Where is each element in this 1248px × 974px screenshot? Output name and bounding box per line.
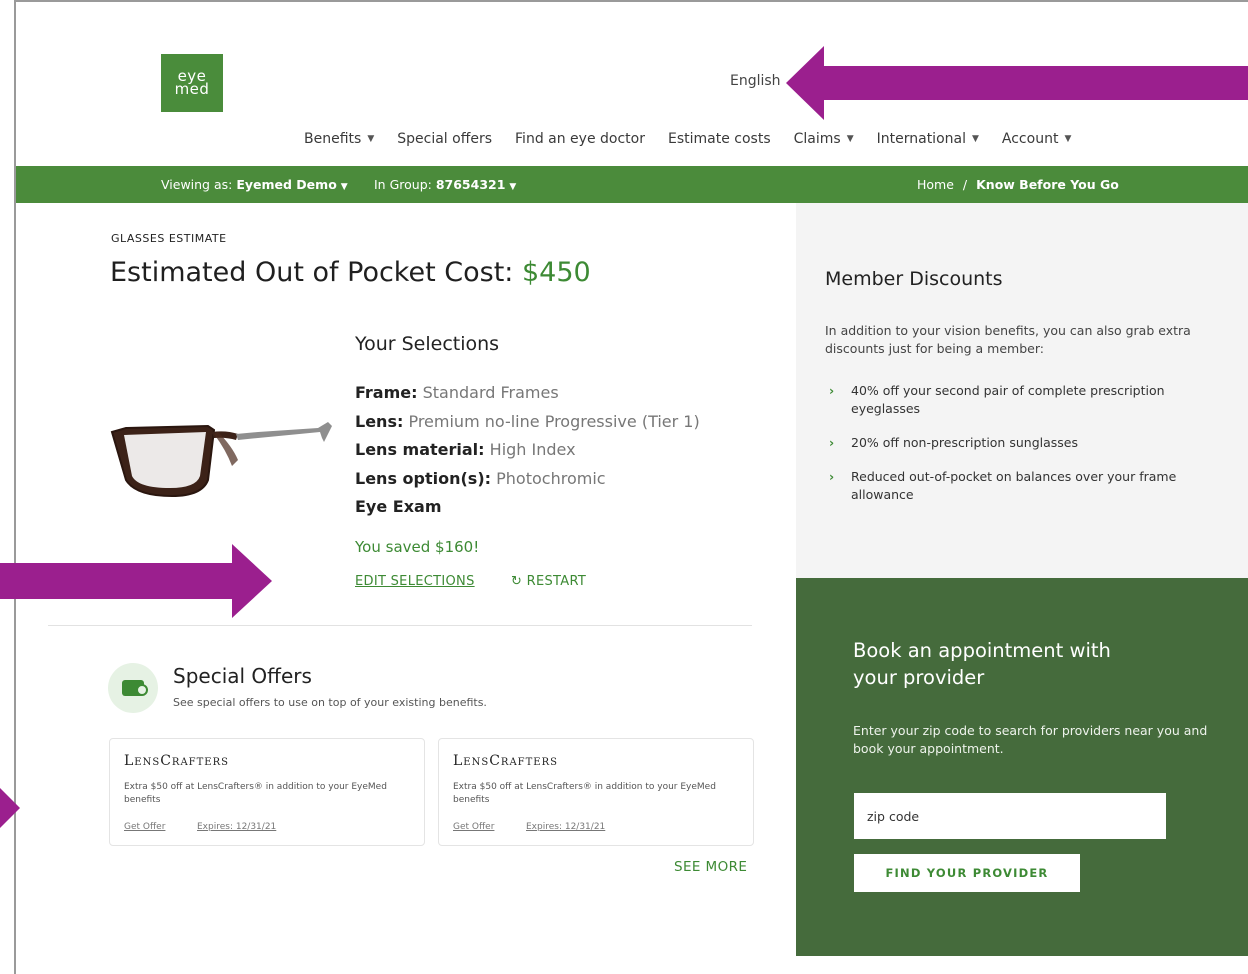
discount-text: Reduced out-of-pocket on balances over y… xyxy=(851,469,1177,502)
nav-international[interactable]: International ▼ xyxy=(877,131,979,147)
group-selector[interactable]: In Group: 87654321 ▼ xyxy=(374,177,516,192)
eyemed-logo[interactable]: eye med xyxy=(161,54,223,112)
group-value: 87654321 xyxy=(435,177,506,192)
member-discounts-list: › 40% off your second pair of complete pr… xyxy=(829,382,1224,520)
special-offers-heading: Special Offers xyxy=(173,664,312,688)
breadcrumb-current: Know Before You Go xyxy=(976,177,1119,192)
offer-card: LensCrafters Extra $50 off at LensCrafte… xyxy=(438,738,754,846)
selection-label: Lens: xyxy=(355,411,404,431)
breadcrumb: Home / Know Before You Go xyxy=(917,177,1119,192)
nav-estimate-costs[interactable]: Estimate costs xyxy=(668,131,771,147)
chevron-right-icon: › xyxy=(829,469,835,484)
discount-item: › 40% off your second pair of complete pr… xyxy=(829,382,1224,418)
book-appointment-description: Enter your zip code to search for provid… xyxy=(853,723,1208,756)
offer-expiry: Expires: 12/31/21 xyxy=(197,822,277,832)
logo-text-bottom: med xyxy=(174,80,210,98)
caret-down-icon: ▼ xyxy=(971,134,979,144)
selection-value: High Index xyxy=(489,440,576,460)
find-provider-button[interactable]: FIND YOUR PROVIDER xyxy=(854,854,1080,892)
chevron-right-icon: › xyxy=(829,435,835,450)
group-label: In Group: xyxy=(374,177,432,192)
language-selector[interactable]: English xyxy=(730,73,781,89)
selection-label: Lens material: xyxy=(355,440,485,460)
annotation-arrow-icon xyxy=(0,788,20,828)
nav-label: Find an eye doctor xyxy=(515,131,645,147)
chevron-right-icon: › xyxy=(829,383,835,398)
selections-heading: Your Selections xyxy=(355,333,500,355)
book-appointment-panel xyxy=(796,578,1248,956)
discount-item: › Reduced out-of-pocket on balances over … xyxy=(829,468,1224,504)
viewing-as-selector[interactable]: Viewing as: Eyemed Demo ▼ xyxy=(161,177,348,192)
selections-list: Frame: Standard Frames Lens: Premium no-… xyxy=(355,379,700,522)
selection-value: Standard Frames xyxy=(422,383,559,402)
caret-down-icon: ▼ xyxy=(340,182,348,192)
annotation-arrow-icon xyxy=(0,544,272,618)
discount-text: 20% off non-prescription sunglasses xyxy=(851,435,1078,450)
estimate-eyebrow: GLASSES ESTIMATE xyxy=(111,232,227,245)
caret-down-icon: ▼ xyxy=(509,182,517,192)
selection-lens-material: Lens material: High Index xyxy=(355,436,700,465)
zip-code-input[interactable] xyxy=(854,793,1166,839)
nav-label: Benefits xyxy=(304,131,362,147)
breadcrumb-separator: / xyxy=(962,177,968,192)
savings-text: You saved $160! xyxy=(355,538,480,556)
special-offers-subheading: See special offers to use on top of your… xyxy=(173,696,487,709)
selection-eye-exam: Eye Exam xyxy=(355,493,700,522)
discount-text: 40% off your second pair of complete pre… xyxy=(851,383,1165,416)
page-title: Estimated Out of Pocket Cost: $450 xyxy=(110,257,591,288)
get-offer-link[interactable]: Get Offer xyxy=(124,822,165,832)
selection-lens-options: Lens option(s): Photochromic xyxy=(355,465,700,494)
member-discounts-intro: In addition to your vision benefits, you… xyxy=(825,323,1191,356)
selection-frame: Frame: Standard Frames xyxy=(355,379,700,408)
offer-brand: LensCrafters xyxy=(124,753,229,769)
caret-down-icon: ▼ xyxy=(367,134,375,144)
member-discounts-heading: Member Discounts xyxy=(825,268,1003,290)
offer-expiry: Expires: 12/31/21 xyxy=(526,822,606,832)
viewing-label: Viewing as: xyxy=(161,177,233,192)
nav-label: Estimate costs xyxy=(667,131,771,147)
nav-label: International xyxy=(876,131,966,147)
glasses-image xyxy=(110,422,332,498)
selection-value: Premium no-line Progressive (Tier 1) xyxy=(408,411,700,431)
selection-lens: Lens: Premium no-line Progressive (Tier … xyxy=(355,408,700,437)
nav-find-eye-doctor[interactable]: Find an eye doctor xyxy=(515,131,645,147)
offer-brand: LensCrafters xyxy=(453,753,558,769)
get-offer-link[interactable]: Get Offer xyxy=(453,822,494,832)
selection-label: Lens option(s): xyxy=(355,468,492,488)
caret-down-icon: ▼ xyxy=(1064,134,1072,144)
annotation-arrow-icon xyxy=(786,46,1248,120)
selection-value: Photochromic xyxy=(496,468,606,488)
caret-down-icon: ▼ xyxy=(846,134,854,144)
offer-card-icon xyxy=(108,663,158,713)
offer-description: Extra $50 off at LensCrafters® in additi… xyxy=(453,782,716,805)
discount-item: › 20% off non-prescription sunglasses xyxy=(829,434,1224,452)
edit-selections-link[interactable]: EDIT SELECTIONS xyxy=(355,574,475,589)
book-appointment-heading: Book an appointment with your provider xyxy=(853,639,1111,689)
section-divider xyxy=(48,625,752,626)
title-text: Estimated Out of Pocket Cost: xyxy=(110,257,514,288)
nav-label: Account xyxy=(1001,131,1059,147)
offer-description: Extra $50 off at LensCrafters® in additi… xyxy=(124,782,387,805)
selection-label: Eye Exam xyxy=(355,497,442,517)
nav-special-offers[interactable]: Special offers xyxy=(397,131,492,147)
nav-account[interactable]: Account ▼ xyxy=(1002,131,1071,147)
nav-claims[interactable]: Claims ▼ xyxy=(794,131,854,147)
selection-label: Frame: xyxy=(355,383,418,402)
context-bar: Viewing as: Eyemed Demo ▼ In Group: 8765… xyxy=(16,166,1248,203)
see-more-link[interactable]: SEE MORE xyxy=(674,859,747,875)
nav-label: Special offers xyxy=(397,131,493,147)
nav-label: Claims xyxy=(793,131,841,147)
breadcrumb-home[interactable]: Home xyxy=(917,177,954,192)
viewing-value: Eyemed Demo xyxy=(236,177,337,192)
restart-link[interactable]: ↻ RESTART xyxy=(511,574,586,589)
nav-benefits[interactable]: Benefits ▼ xyxy=(304,131,374,147)
main-nav: Benefits ▼ Special offers Find an eye doc… xyxy=(304,131,1094,147)
offer-card: LensCrafters Extra $50 off at LensCrafte… xyxy=(109,738,425,846)
estimated-price: $450 xyxy=(521,257,591,288)
